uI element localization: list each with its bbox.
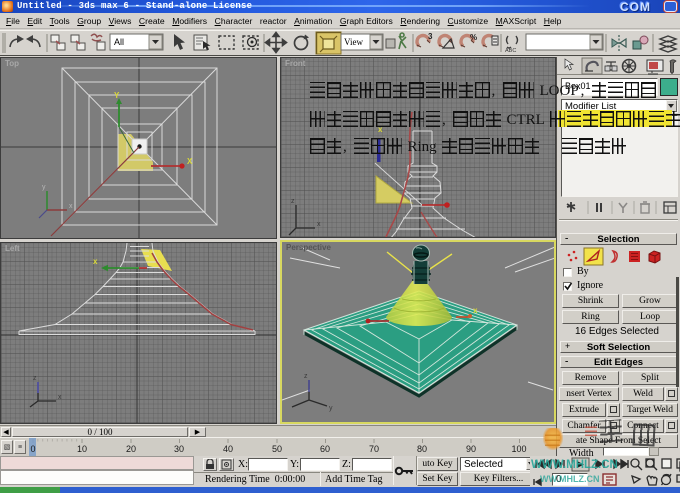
svg-text:3: 3 [428,32,433,41]
svg-text:10: 10 [77,444,87,454]
svg-text:%: % [470,33,477,42]
svg-text:100: 100 [511,444,526,454]
svg-text:80: 80 [417,444,427,454]
svg-text:y: y [329,405,333,412]
svg-text:20: 20 [126,444,136,454]
svg-text:x: x [473,306,478,315]
svg-text:z: z [291,198,295,205]
svg-text:50: 50 [272,444,282,454]
svg-text:x: x [58,394,62,401]
svg-text:y: y [42,184,46,191]
svg-text:40: 40 [223,444,233,454]
svg-text:z: z [33,375,37,382]
svg-text:30: 30 [174,444,184,454]
svg-text:x: x [317,221,321,228]
svg-text:View: View [344,37,363,47]
svg-text:x: x [93,257,98,266]
svg-text:ABC: ABC [505,48,516,54]
svg-text:x: x [69,203,73,210]
svg-text:X: X [187,157,193,166]
svg-text:All: All [114,37,124,47]
svg-text:60: 60 [320,444,330,454]
svg-text:z: z [304,373,308,380]
svg-text:0: 0 [30,444,35,454]
svg-text:90: 90 [466,444,476,454]
svg-text:Y: Y [114,91,120,100]
svg-text:70: 70 [369,444,379,454]
